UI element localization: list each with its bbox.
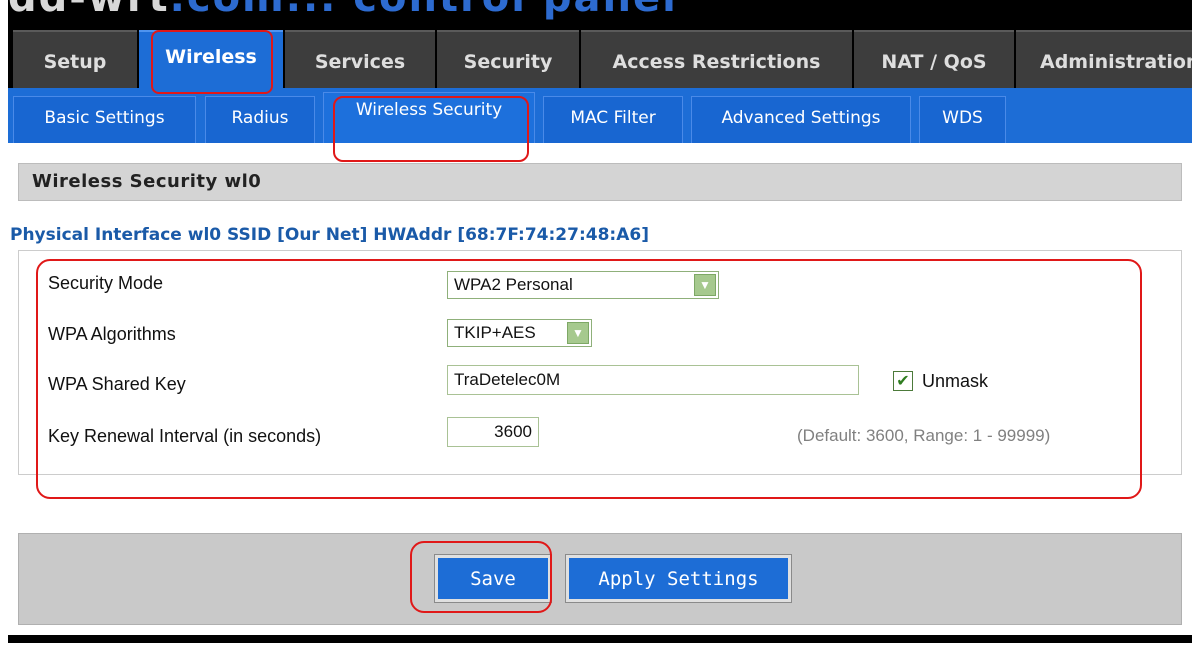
- wpa-algorithms-label: WPA Algorithms: [48, 324, 176, 344]
- button-bar: Save Apply Settings: [18, 533, 1182, 625]
- tab-services[interactable]: Services: [285, 30, 435, 88]
- tab-access-restrictions[interactable]: Access Restrictions: [581, 30, 852, 88]
- logo-part-1: dd-wrt: [8, 0, 170, 21]
- chevron-down-icon: ▼: [694, 274, 716, 296]
- logo-part-2: .com: [170, 0, 286, 21]
- tab-administration[interactable]: Administration: [1016, 30, 1192, 88]
- key-renewal-input[interactable]: 3600: [447, 417, 539, 447]
- content-panel: Wireless Security wl0 Physical Interface…: [8, 143, 1192, 635]
- apply-settings-button[interactable]: Apply Settings: [565, 554, 792, 603]
- chevron-down-icon: ▼: [567, 322, 589, 344]
- wpa-algorithms-select[interactable]: TKIP+AES ▼: [447, 319, 592, 347]
- checkmark-icon: ✔: [896, 371, 910, 390]
- key-renewal-hint: (Default: 3600, Range: 1 - 99999): [797, 426, 1051, 445]
- wpa-shared-key-input[interactable]: TraDetelec0M: [447, 365, 859, 395]
- tab-wireless[interactable]: Wireless: [139, 30, 283, 88]
- router-control-panel: dd-wrt.com... control panel Setup Wirele…: [8, 0, 1192, 643]
- logo-part-3: ... control panel: [286, 0, 678, 21]
- tab-security[interactable]: Security: [437, 30, 579, 88]
- section-header: Wireless Security wl0: [18, 163, 1182, 201]
- subtab-wireless-security[interactable]: Wireless Security: [323, 92, 535, 143]
- save-button[interactable]: Save: [434, 554, 552, 603]
- interface-title: Physical Interface wl0 SSID [Our Net] HW…: [10, 225, 649, 245]
- key-renewal-label: Key Renewal Interval (in seconds): [48, 426, 322, 446]
- subtab-advanced-settings[interactable]: Advanced Settings: [691, 96, 911, 143]
- subtab-wds[interactable]: WDS: [919, 96, 1006, 143]
- security-mode-value: WPA2 Personal: [454, 275, 573, 294]
- unmask-label: Unmask: [922, 371, 989, 391]
- security-mode-select[interactable]: WPA2 Personal ▼: [447, 271, 719, 299]
- tab-nat-qos[interactable]: NAT / QoS: [854, 30, 1014, 88]
- main-tabs: Setup Wireless Services Security Access …: [8, 30, 1192, 88]
- sub-tabs: Basic Settings Radius Wireless Security …: [8, 88, 1192, 143]
- wpa-shared-key-label: WPA Shared Key: [48, 374, 186, 394]
- subtab-basic-settings[interactable]: Basic Settings: [13, 96, 196, 143]
- subtab-mac-filter[interactable]: MAC Filter: [543, 96, 683, 143]
- logo: dd-wrt.com... control panel: [8, 0, 678, 18]
- wpa-algorithms-value: TKIP+AES: [454, 323, 536, 342]
- subtab-radius[interactable]: Radius: [205, 96, 315, 143]
- unmask-checkbox[interactable]: ✔: [893, 371, 913, 391]
- tab-setup[interactable]: Setup: [13, 30, 137, 88]
- security-mode-label: Security Mode: [48, 273, 164, 293]
